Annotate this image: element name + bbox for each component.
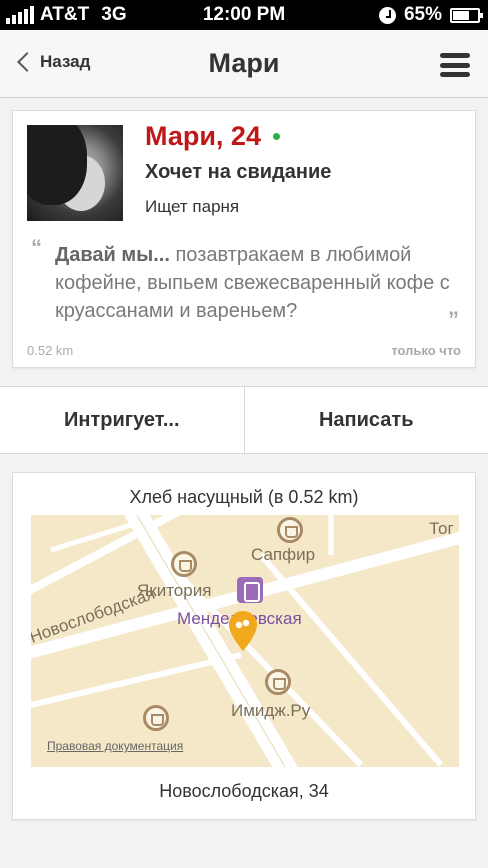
street-lower: [31, 652, 242, 708]
map-label-top-right: Тог: [429, 519, 454, 538]
location-pin-icon[interactable]: [229, 611, 257, 651]
legal-docs-link[interactable]: Правовая документация: [47, 739, 183, 753]
cafe-icon[interactable]: [265, 669, 291, 695]
place-title: Хлеб насущный (в 0.52 km): [129, 487, 359, 507]
write-message-button[interactable]: Написать: [243, 387, 488, 453]
avatar[interactable]: [27, 125, 123, 221]
battery-percent: 65%: [403, 4, 442, 25]
message-lead: Давай мы...: [55, 244, 170, 266]
street-right: [258, 553, 444, 767]
map-label-imidzh: Имидж.Ру: [231, 701, 311, 720]
profile-time-ago: только что: [391, 343, 461, 358]
quote-open-icon: “: [31, 235, 42, 260]
map[interactable]: Сапфир Якитория Менделеевская Новослобод…: [31, 515, 459, 767]
quote-close-icon: ”: [448, 307, 459, 332]
cafe-icon[interactable]: [277, 517, 303, 543]
battery-icon: [450, 7, 483, 23]
status-bar: AT&T 3G 12:00 PM 65%: [0, 0, 488, 30]
nav-bar: Назад Мари: [0, 30, 488, 98]
profile-distance: 0.52 km: [27, 343, 74, 358]
profile-header: Мари, 24: [145, 121, 280, 152]
status-right: 65%: [378, 4, 483, 26]
cafe-icon[interactable]: [171, 551, 197, 577]
action-bar: Интригует... Написать: [0, 386, 488, 454]
metro-station-icon: [237, 577, 263, 603]
online-status-icon: [272, 133, 280, 140]
place-address: Новослободская, 34: [159, 781, 329, 801]
profile-card: Мари, 24 Хочет на свидание Ищет парня “ …: [12, 110, 476, 368]
map-label-sapfir: Сапфир: [251, 545, 316, 564]
place-card: Хлеб насущный (в 0.52 km) Сапфир Якитори…: [12, 472, 476, 820]
profile-seeking: Ищет парня: [145, 197, 240, 216]
page-title: Мари: [208, 48, 280, 78]
intrigue-button[interactable]: Интригует...: [0, 387, 244, 453]
profile-message: Давай мы... позавтракаем в любимой кофей…: [55, 241, 455, 325]
clock-icon: [378, 6, 396, 24]
profile-name: Мари, 24: [145, 121, 261, 151]
cafe-icon[interactable]: [143, 705, 169, 731]
profile-intent: Хочет на свидание: [145, 161, 332, 183]
hamburger-menu-icon[interactable]: [440, 53, 470, 77]
